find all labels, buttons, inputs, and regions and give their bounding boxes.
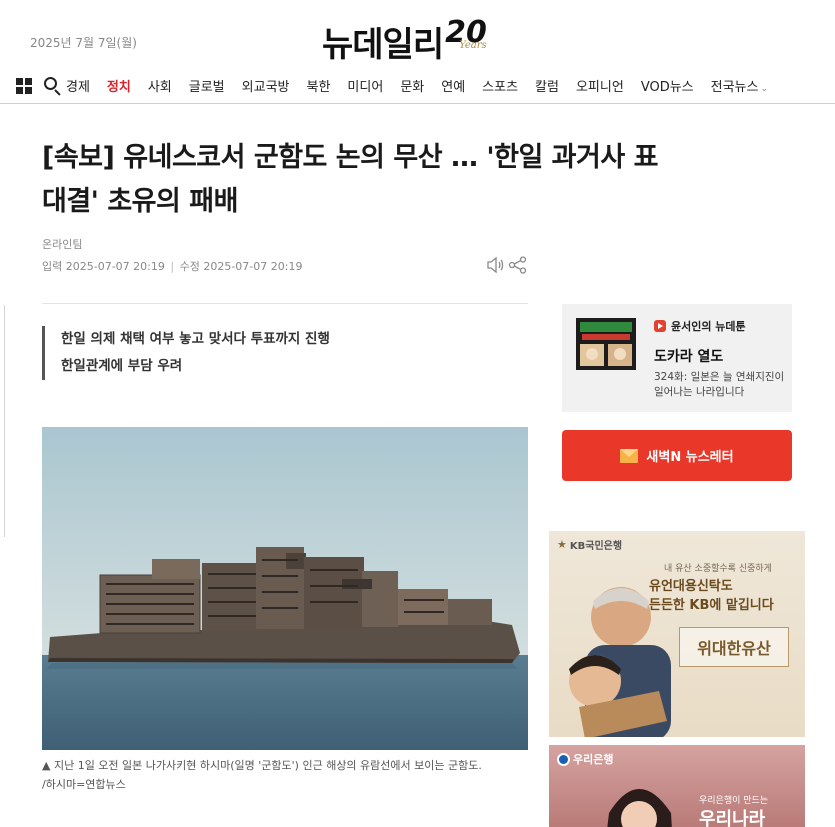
play-badge-icon bbox=[654, 320, 666, 332]
headline-line-1: [속보] 유네스코서 군함도 논의 무산 … '한일 과거사 표 bbox=[42, 142, 658, 173]
woori-bank-name: 우리은행 bbox=[573, 753, 614, 766]
nav-item-opinion[interactable]: 오피니언 bbox=[576, 76, 624, 95]
left-edge-line bbox=[4, 305, 5, 537]
kb-tagline: 내 유산 소중할수록 신중하게 bbox=[664, 564, 772, 574]
cartoon-series: 윤서인의 뉴데툰 bbox=[654, 318, 746, 334]
cartoon-card[interactable]: 윤서인의 뉴데툰 도카라 열도 324화: 일본은 늘 연쇄지진이 일어나는 나… bbox=[562, 304, 792, 412]
summary-line-1: 한일 의제 채택 여부 놓고 맞서다 투표까지 진행 bbox=[61, 331, 330, 347]
nav-item-media[interactable]: 미디어 bbox=[347, 76, 383, 95]
summary-line-2: 한일관계에 부담 우려 bbox=[61, 358, 183, 374]
nav-item-society[interactable]: 사회 bbox=[148, 76, 172, 95]
meta-separator: | bbox=[170, 260, 175, 273]
caption-line-2: /하시마=연합뉴스 bbox=[42, 778, 126, 791]
woori-headline: 우리나라 bbox=[699, 809, 766, 827]
header-date: 2025년 7월 7일(월) bbox=[30, 36, 137, 50]
series-name: 윤서인의 뉴데툰 bbox=[671, 320, 746, 333]
input-time: 2025-07-07 20:19 bbox=[65, 260, 165, 273]
modified-time: 2025-07-07 20:19 bbox=[203, 260, 303, 273]
nav-item-diplomacy[interactable]: 외교국방 bbox=[242, 76, 290, 95]
headline-line-2: 대결' 초유의 패배 bbox=[42, 186, 238, 217]
article-tools bbox=[486, 256, 530, 274]
search-icon[interactable] bbox=[44, 76, 62, 96]
nav-item-vod[interactable]: VOD뉴스 bbox=[641, 76, 694, 95]
audio-icon[interactable] bbox=[486, 256, 508, 274]
kb-star-icon: ★ bbox=[557, 538, 567, 551]
main-nav: 경제 정치 사회 글로벌 외교국방 북한 미디어 문화 연예 스포츠 칼럼 오피… bbox=[0, 68, 835, 104]
nav-item-global[interactable]: 글로벌 bbox=[189, 76, 225, 95]
kb-bank-name: KB국민은행 bbox=[569, 541, 623, 552]
newsletter-label: 새벽N 뉴스레터 bbox=[646, 450, 734, 465]
headline-divider bbox=[42, 303, 528, 304]
nav-item-north-korea[interactable]: 북한 bbox=[307, 76, 331, 95]
anniversary-badge: 20 Years bbox=[445, 18, 497, 62]
article-photo bbox=[42, 427, 528, 750]
newsletter-button[interactable]: 새벽N 뉴스레터 bbox=[562, 430, 792, 481]
nav-item-culture[interactable]: 문화 bbox=[400, 76, 424, 95]
input-label: 입력 bbox=[42, 260, 63, 273]
woori-logo: 우리은행 bbox=[557, 751, 613, 767]
cartoon-title: 도카라 열도 bbox=[654, 349, 724, 365]
nav-item-entertainment[interactable]: 연예 bbox=[441, 76, 465, 95]
anniversary-label: Years bbox=[459, 40, 487, 51]
kb-product-brand: 위대한유산 bbox=[679, 627, 789, 667]
mail-icon bbox=[620, 448, 639, 463]
chevron-down-icon: ⌄ bbox=[760, 84, 769, 94]
kb-headline-2: 든든한 KB에 맡깁니다 bbox=[649, 598, 774, 613]
modified-label: 수정 bbox=[179, 260, 200, 273]
kb-headline-1: 유언대용신탁도 bbox=[649, 579, 733, 594]
nav-item-regional[interactable]: 전국뉴스 ⌄ bbox=[711, 76, 768, 95]
nav-item-economy[interactable]: 경제 bbox=[66, 76, 90, 95]
nav-item-politics[interactable]: 정치 bbox=[107, 76, 131, 95]
byline: 온라인팀 bbox=[42, 238, 83, 251]
woori-logo-icon bbox=[557, 752, 570, 766]
woori-bank-ad[interactable]: 우리은행 우리은행이 만드는 우리나라 bbox=[549, 745, 805, 827]
share-icon[interactable] bbox=[508, 256, 530, 274]
kb-bank-ad[interactable]: ★ KB국민은행 내 유산 소중할수록 신중하게 유언대용신탁도 든든한 KB에… bbox=[549, 531, 805, 737]
menu-grid-icon[interactable] bbox=[16, 77, 32, 94]
article-timestamps: 입력 2025-07-07 20:19 | 수정 2025-07-07 20:1… bbox=[42, 258, 302, 274]
cartoon-description: 324화: 일본은 늘 연쇄지진이 일어나는 나라입니다 bbox=[654, 371, 785, 398]
caption-line-1: ▲ 지난 1일 오전 일본 나가사키현 하시마(일명 '군함도') 인근 해상의… bbox=[42, 759, 482, 772]
kb-logo: ★ KB국민은행 bbox=[557, 537, 622, 552]
nav-item-regional-label: 전국뉴스 bbox=[710, 80, 759, 95]
masthead: 2025년 7월 7일(월) 뉴데일리 20 Years bbox=[0, 0, 835, 68]
nav-item-sports[interactable]: 스포츠 bbox=[482, 76, 518, 95]
cartoon-thumbnail bbox=[576, 318, 636, 370]
photo-caption: ▲ 지난 1일 오전 일본 나가사키현 하시마(일명 '군함도') 인근 해상의… bbox=[42, 756, 532, 794]
nav-item-column[interactable]: 칼럼 bbox=[535, 76, 559, 95]
logo-text: 뉴데일리 bbox=[322, 25, 444, 65]
site-logo[interactable]: 뉴데일리 20 Years bbox=[322, 12, 497, 65]
article-headline: [속보] 유네스코서 군함도 논의 무산 … '한일 과거사 표 대결' 초유의… bbox=[42, 136, 762, 224]
ad-person-illustration bbox=[607, 789, 672, 827]
article-summary: 한일 의제 채택 여부 놓고 맞서다 투표까지 진행 한일관계에 부담 우려 bbox=[42, 326, 330, 380]
